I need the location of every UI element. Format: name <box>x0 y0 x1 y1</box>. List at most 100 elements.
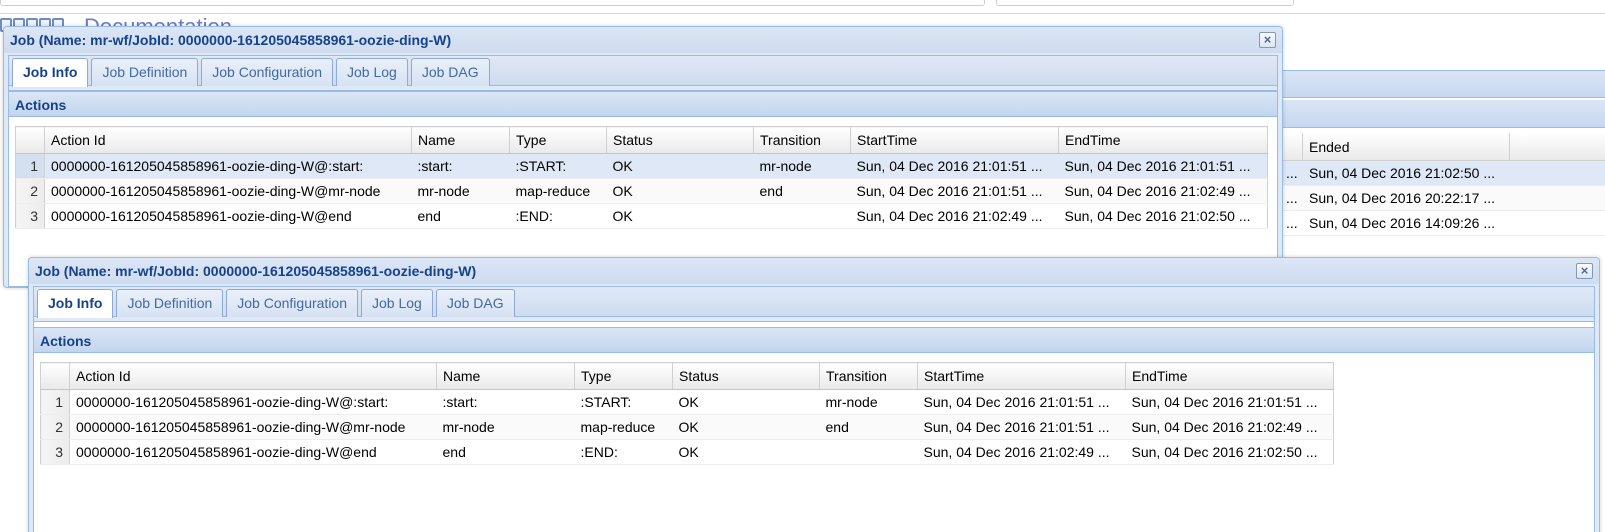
column-header[interactable] <box>1280 133 1303 161</box>
row-number: 1 <box>15 153 45 179</box>
cell-status: OK <box>672 439 820 465</box>
tab-job-configuration[interactable]: Job Configuration <box>201 58 334 86</box>
browser-top-strip <box>0 0 1605 14</box>
cell-action-id: 0000000-161205045858961-oozie-ding-W@:st… <box>44 153 412 179</box>
cell-type: :START: <box>509 153 607 179</box>
column-header-transition[interactable]: Transition <box>819 362 918 390</box>
column-header-starttime[interactable]: StartTime <box>917 362 1126 390</box>
tab-job-dag[interactable]: Job DAG <box>435 289 515 317</box>
window-title[interactable]: Job (Name: mr-wf/JobId: 0000000-16120504… <box>29 258 1599 284</box>
row-number: 2 <box>15 178 45 204</box>
cell-endtime: Sun, 04 Dec 2016 21:02:50 ... <box>1058 203 1268 229</box>
cell-action-id: 0000000-161205045858961-oozie-ding-W@end <box>69 439 437 465</box>
cell-type: map-reduce <box>574 414 673 440</box>
tab-job-log[interactable]: Job Log <box>361 289 433 317</box>
grid-header-row: Action Id Name Type Status Transition St… <box>15 126 1268 154</box>
cell-transition <box>753 203 851 229</box>
column-header-filler <box>1510 133 1605 161</box>
column-header-name[interactable]: Name <box>411 126 510 154</box>
window-title-text: Job (Name: mr-wf/JobId: 0000000-16120504… <box>10 32 452 48</box>
background-panel-subheader <box>1280 100 1605 128</box>
table-row[interactable]: ... Sun, 04 Dec 2016 20:22:17 ... <box>1280 186 1605 211</box>
actions-panel-header: Actions <box>9 91 1277 117</box>
table-row[interactable]: 2 0000000-161205045858961-oozie-ding-W@m… <box>15 178 1268 204</box>
cell-starttime: Sun, 04 Dec 2016 21:01:51 ... <box>850 178 1059 204</box>
actions-panel: Action Id Name Type Status Transition St… <box>9 117 1277 229</box>
table-row[interactable]: 3 0000000-161205045858961-oozie-ding-W@e… <box>15 203 1268 229</box>
close-icon[interactable]: × <box>1259 32 1276 48</box>
grid-header-row: Action Id Name Type Status Transition St… <box>40 362 1334 390</box>
column-header-action-id[interactable]: Action Id <box>44 126 412 154</box>
table-row[interactable]: ... Sun, 04 Dec 2016 21:02:50 ... <box>1280 161 1605 186</box>
tab-job-log[interactable]: Job Log <box>336 58 408 86</box>
table-row[interactable]: 3 0000000-161205045858961-oozie-ding-W@e… <box>40 439 1334 465</box>
background-panel-header <box>1280 70 1605 98</box>
cell-starttime: Sun, 04 Dec 2016 21:02:49 ... <box>917 439 1126 465</box>
row-number: 2 <box>40 414 70 440</box>
cell-status: OK <box>606 178 754 204</box>
cell: ... <box>1286 165 1298 181</box>
column-header-status[interactable]: Status <box>606 126 754 154</box>
cell-transition: end <box>819 414 918 440</box>
column-header-starttime[interactable]: StartTime <box>850 126 1059 154</box>
column-header-name[interactable]: Name <box>436 362 575 390</box>
tab-job-info[interactable]: Job Info <box>12 58 89 87</box>
column-header-action-id[interactable]: Action Id <box>69 362 437 390</box>
cell-action-id: 0000000-161205045858961-oozie-ding-W@mr-… <box>44 178 412 204</box>
tab-job-info[interactable]: Job Info <box>37 289 114 318</box>
cell-name: :start: <box>411 153 510 179</box>
cell-starttime: Sun, 04 Dec 2016 21:01:51 ... <box>917 389 1126 415</box>
row-number: 3 <box>40 439 70 465</box>
cell-status: OK <box>606 153 754 179</box>
search-field[interactable] <box>996 0 1294 6</box>
cell-endtime: Sun, 04 Dec 2016 21:01:51 ... <box>1058 153 1268 179</box>
cell-action-id: 0000000-161205045858961-oozie-ding-W@:st… <box>69 389 437 415</box>
table-row[interactable]: 1 0000000-161205045858961-oozie-ding-W@:… <box>40 389 1334 415</box>
cell-transition: mr-node <box>753 153 851 179</box>
cell-status: OK <box>672 389 820 415</box>
actions-panel: Action Id Name Type Status Transition St… <box>34 353 1594 465</box>
tab-job-configuration[interactable]: Job Configuration <box>226 289 359 317</box>
cell-name: end <box>436 439 575 465</box>
column-header-transition[interactable]: Transition <box>753 126 851 154</box>
job-window-front[interactable]: Job (Name: mr-wf/JobId: 0000000-16120504… <box>28 257 1600 532</box>
job-window-back[interactable]: Job (Name: mr-wf/JobId: 0000000-16120504… <box>3 26 1283 288</box>
cell-starttime: Sun, 04 Dec 2016 21:01:51 ... <box>917 414 1126 440</box>
cell: ... <box>1286 190 1298 206</box>
column-header-ended[interactable]: Ended <box>1303 133 1510 161</box>
address-field[interactable] <box>0 0 985 6</box>
cell-endtime: Sun, 04 Dec 2016 21:01:51 ... <box>1125 389 1334 415</box>
column-header-type[interactable]: Type <box>509 126 607 154</box>
cell-endtime: Sun, 04 Dec 2016 21:02:49 ... <box>1058 178 1268 204</box>
table-row[interactable]: 1 0000000-161205045858961-oozie-ding-W@:… <box>15 153 1268 179</box>
cell-status: OK <box>672 414 820 440</box>
tab-job-dag[interactable]: Job DAG <box>410 58 490 86</box>
window-title[interactable]: Job (Name: mr-wf/JobId: 0000000-16120504… <box>4 27 1282 53</box>
cell-transition: end <box>753 178 851 204</box>
row-number: 1 <box>40 389 70 415</box>
column-header-status[interactable]: Status <box>672 362 820 390</box>
background-jobs-grid: Ended ... Sun, 04 Dec 2016 21:02:50 ... … <box>1280 133 1605 236</box>
column-header-rownum <box>15 126 45 154</box>
table-row[interactable]: ... Sun, 04 Dec 2016 14:09:26 ... <box>1280 211 1605 236</box>
tab-strip: Job Info Job Definition Job Configuratio… <box>9 56 1277 87</box>
row-number: 3 <box>15 203 45 229</box>
column-header-endtime[interactable]: EndTime <box>1125 362 1334 390</box>
cell-endtime: Sun, 04 Dec 2016 21:02:50 ... <box>1125 439 1334 465</box>
actions-grid: Action Id Name Type Status Transition St… <box>15 126 1268 229</box>
actions-panel-header: Actions <box>34 327 1594 353</box>
cell-type: :END: <box>574 439 673 465</box>
cell-endtime: Sun, 04 Dec 2016 21:02:49 ... <box>1125 414 1334 440</box>
cell: ... <box>1286 215 1298 231</box>
column-header-endtime[interactable]: EndTime <box>1058 126 1268 154</box>
window-title-text: Job (Name: mr-wf/JobId: 0000000-16120504… <box>35 263 477 279</box>
close-icon[interactable]: × <box>1576 263 1593 279</box>
tab-job-definition[interactable]: Job Definition <box>91 58 199 86</box>
tab-job-definition[interactable]: Job Definition <box>116 289 224 317</box>
cell-name: end <box>411 203 510 229</box>
cell-transition: mr-node <box>819 389 918 415</box>
cell-status: OK <box>606 203 754 229</box>
table-row[interactable]: 2 0000000-161205045858961-oozie-ding-W@m… <box>40 414 1334 440</box>
background-grid-header: Ended <box>1280 133 1605 161</box>
column-header-type[interactable]: Type <box>574 362 673 390</box>
